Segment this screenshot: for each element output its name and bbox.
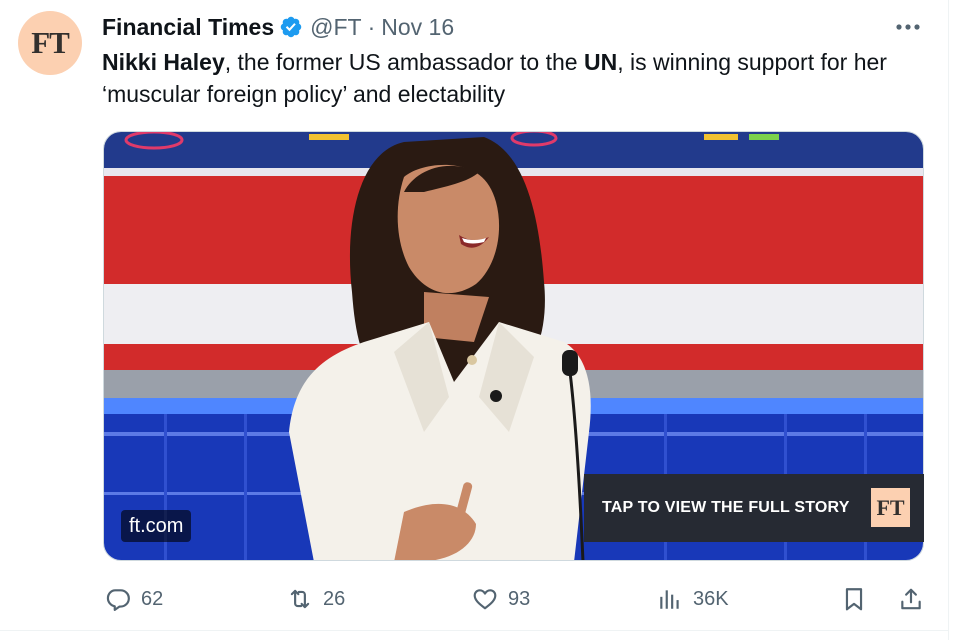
separator-dot: ·	[367, 13, 376, 40]
like-button[interactable]: 93	[472, 582, 530, 616]
views-button[interactable]: 36K	[657, 582, 729, 616]
action-bar: 62 26 93 36K	[0, 582, 948, 616]
bookmark-icon	[845, 588, 863, 611]
tweet-text-bold: UN	[583, 49, 618, 75]
tweet[interactable]: FT Financial Times @FT · Nov 16 Nikki Ha…	[0, 0, 958, 640]
tweet-date[interactable]: Nov 16	[381, 14, 454, 41]
tweet-header: Financial Times @FT · Nov 16	[102, 12, 454, 42]
share-button[interactable]	[898, 582, 924, 616]
author-name[interactable]: Financial Times	[102, 14, 274, 41]
tweet-text: Nikki Haley, the former US ambassador to…	[102, 46, 932, 110]
author-handle[interactable]: @FT	[310, 14, 361, 41]
reply-icon	[106, 589, 130, 611]
source-label[interactable]: ft.com	[121, 510, 192, 542]
like-icon	[473, 589, 497, 610]
views-count: 36K	[693, 587, 729, 610]
divider	[948, 0, 949, 640]
cta-label: TAP TO VIEW THE FULL STORY	[602, 499, 850, 516]
more-icon	[896, 24, 920, 30]
divider	[0, 630, 948, 631]
ft-logo: FT	[871, 488, 910, 527]
repost-count: 26	[323, 587, 346, 610]
like-count: 93	[508, 587, 531, 610]
reply-count: 62	[141, 587, 164, 610]
share-icon	[901, 588, 921, 610]
tweet-text-segment: , the former US ambassador to the	[224, 49, 584, 75]
tweet-text-bold: Nikki Haley	[102, 49, 225, 75]
avatar[interactable]: FT	[18, 11, 82, 75]
repost-icon	[290, 589, 310, 609]
repost-button[interactable]: 26	[287, 582, 345, 616]
view-full-story-button[interactable]: TAP TO VIEW THE FULL STORY FT	[584, 474, 924, 542]
reply-button[interactable]: 62	[105, 582, 163, 616]
views-icon	[660, 590, 679, 609]
bookmark-button[interactable]	[841, 582, 867, 616]
verified-badge-icon[interactable]	[279, 15, 303, 39]
more-button[interactable]	[888, 12, 928, 42]
